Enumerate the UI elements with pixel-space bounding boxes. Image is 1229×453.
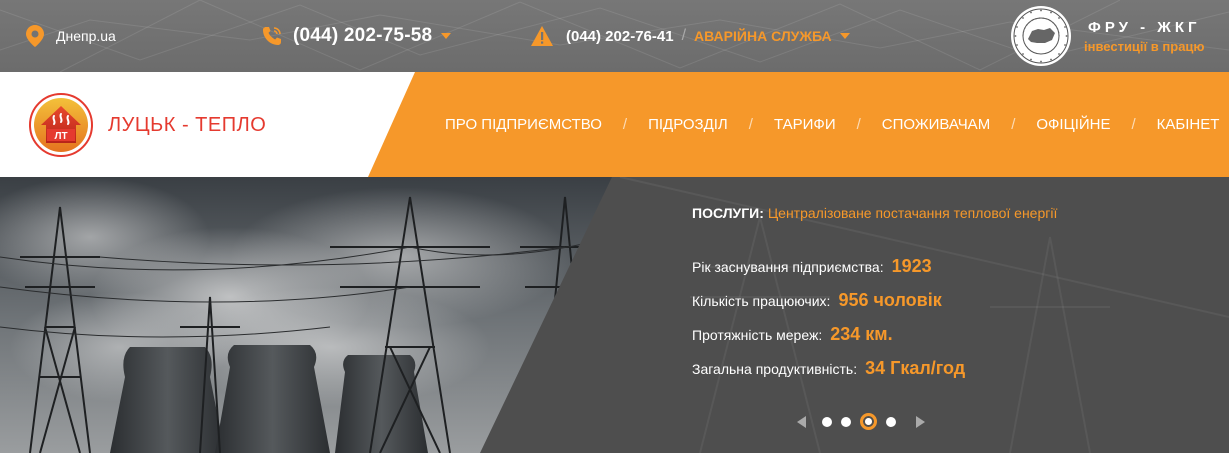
stat-value: 34 Гкал/год: [865, 358, 966, 378]
emergency-label[interactable]: АВАРІЙНА СЛУЖБА: [694, 28, 832, 44]
menu-item-5[interactable]: ОФІЦІЙНЕ: [1036, 116, 1110, 133]
city-label: Днепр.ua: [56, 28, 116, 44]
logo-emblem-text: ЛТ: [54, 131, 67, 142]
menu-separator: /: [1011, 116, 1016, 133]
top-bar: Днепр.ua (044) 202-75-58 (044) 202-76-41…: [0, 0, 1229, 72]
stat-value: 234 км.: [830, 324, 893, 344]
menu-item-1[interactable]: ПРО ПІДПРИЄМСТВО: [445, 116, 602, 133]
logo-name: ЛУЦЬК - ТЕПЛО: [108, 113, 267, 136]
slider-dots: [822, 413, 905, 430]
stat-label: Кількість працюючих:: [692, 293, 831, 309]
emergency-separator: /: [681, 27, 687, 44]
menu-item-3[interactable]: ТАРИФИ: [774, 116, 836, 133]
fru-text: ФРУ - ЖКГ інвестиції в працю: [1084, 19, 1205, 54]
menu-separator: /: [1131, 116, 1136, 133]
fru-seal-logo: [1011, 6, 1071, 66]
prev-slide-arrow-icon[interactable]: [797, 415, 806, 428]
next-slide-arrow-icon[interactable]: [916, 415, 925, 428]
services-line: ПОСЛУГИ: Централізоване постачання тепло…: [692, 205, 1057, 221]
services-label: ПОСЛУГИ:: [692, 205, 764, 221]
stat-row: Кількість працюючих: 956 чоловік: [692, 290, 942, 311]
stat-row: Загальна продуктивність: 34 Гкал/год: [692, 358, 965, 379]
stat-label: Загальна продуктивність:: [692, 361, 858, 377]
slider-dot[interactable]: [841, 416, 851, 427]
slider-controls: [797, 413, 925, 430]
services-value[interactable]: Централізоване постачання теплової енерг…: [768, 205, 1058, 221]
phone-icon: [263, 27, 281, 45]
main-menu: ПРО ПІДПРИЄМСТВО / ПІДРОЗДІЛ / ТАРИФИ / СПОЖИВ…: [445, 72, 1219, 177]
fru-title: ФРУ - ЖКГ: [1088, 18, 1201, 36]
caret-down-icon[interactable]: [839, 33, 850, 39]
emergency-service[interactable]: (044) 202-76-41 / АВАРІЙНА СЛУЖБА: [531, 0, 850, 72]
menu-separator: /: [856, 116, 861, 133]
menu-separator: /: [622, 116, 628, 133]
slider-dot[interactable]: [886, 416, 896, 427]
emergency-phone[interactable]: (044) 202-76-41: [566, 28, 674, 45]
city-selector[interactable]: Днепр.ua: [26, 0, 116, 72]
stat-value: 956 чоловік: [838, 290, 942, 310]
stat-label: Рік заснування підприємства:: [692, 259, 884, 275]
fru-subtitle: інвестиції в працю: [1084, 38, 1205, 54]
logo-emblem-icon: ЛТ: [29, 93, 93, 157]
site-logo[interactable]: ЛТ ЛУЦЬК - ТЕПЛО: [28, 92, 266, 158]
warning-icon: [531, 26, 553, 46]
menu-separator: /: [748, 116, 753, 133]
slider-dot[interactable]: [860, 413, 877, 430]
location-pin-icon: [26, 25, 44, 47]
menu-item-4[interactable]: СПОЖИВАЧАМ: [882, 116, 990, 133]
main-phone[interactable]: (044) 202-75-58: [262, 0, 452, 72]
main-navigation-bar: ЛТ ЛУЦЬК - ТЕПЛО ПРО ПІДПРИЄМСТВО / ПІДРОЗ…: [0, 72, 1229, 177]
phone-number[interactable]: (044) 202-75-58: [293, 25, 432, 47]
caret-down-icon[interactable]: [441, 33, 452, 39]
fru-zhkg-block[interactable]: ФРУ - ЖКГ інвестиції в працю: [1010, 0, 1205, 72]
stat-row: Рік заснування підприємства: 1923: [692, 256, 932, 277]
menu-item-6[interactable]: КАБІНЕТ: [1157, 116, 1220, 133]
stat-label: Протяжність мереж:: [692, 327, 823, 343]
hero-slider: ПОСЛУГИ: Централізоване постачання тепло…: [0, 177, 1229, 453]
menu-item-2[interactable]: ПІДРОЗДІЛ: [648, 116, 728, 133]
stat-row: Протяжність мереж: 234 км.: [692, 324, 893, 345]
slider-dot[interactable]: [822, 416, 832, 427]
stat-value: 1923: [891, 256, 932, 276]
